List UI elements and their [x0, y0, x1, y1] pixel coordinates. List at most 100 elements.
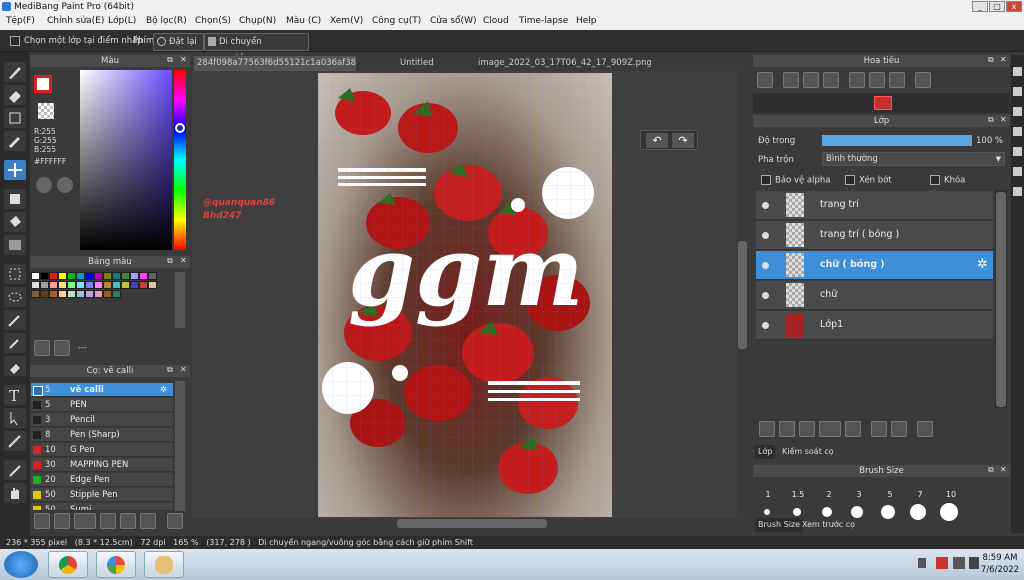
swatch[interactable]: [76, 281, 85, 289]
medibang-taskbar-button[interactable]: [96, 551, 136, 578]
menu-edit[interactable]: Chỉnh sửa(E): [47, 16, 104, 26]
zoom-in-alt-icon[interactable]: [783, 72, 799, 88]
clip-option[interactable]: Xén bớt: [845, 175, 892, 186]
tab-untitled[interactable]: Untitled: [400, 56, 434, 71]
rotate-right-icon[interactable]: [889, 72, 905, 88]
redo-icon[interactable]: ↷: [672, 133, 694, 148]
eraser-tool-icon[interactable]: [4, 85, 26, 105]
undock-icon[interactable]: ⧉: [988, 55, 994, 65]
swatch[interactable]: [58, 281, 67, 289]
brush-size-option[interactable]: 3: [849, 490, 869, 499]
brush-menu-icon[interactable]: [74, 513, 96, 529]
brush-size-option[interactable]: 7: [910, 490, 930, 499]
layer-scrollbar[interactable]: [995, 190, 1007, 408]
operation-tool-icon[interactable]: [4, 408, 26, 428]
close-panel-icon[interactable]: ✕: [1000, 465, 1007, 474]
blend-mode-select[interactable]: Bình thường ▼: [822, 152, 1005, 166]
menu-layer[interactable]: Lớp(L): [108, 16, 136, 26]
trash-icon[interactable]: [167, 513, 183, 529]
panel-toggle-icon[interactable]: [1013, 187, 1022, 196]
clip-checkbox[interactable]: [845, 175, 855, 185]
folder-icon[interactable]: [845, 421, 861, 437]
tab-document-1[interactable]: 284f098a77563f6d55121c1a036af38d.jpg: [194, 56, 356, 71]
menu-view[interactable]: Xem(V): [330, 16, 363, 26]
layer-row[interactable]: trang trí: [756, 191, 993, 220]
layer-row[interactable]: trang trí ( bóng ): [756, 221, 993, 250]
select-pen-tool-icon[interactable]: [4, 333, 26, 353]
eye-icon[interactable]: [762, 262, 769, 269]
swatch[interactable]: [139, 272, 148, 280]
swatch[interactable]: [121, 272, 130, 280]
swatch[interactable]: [112, 281, 121, 289]
layer-menu-icon[interactable]: [819, 421, 841, 437]
tab-brush-control[interactable]: Kiểm soát cọ: [779, 445, 837, 459]
magic-wand-tool-icon[interactable]: [4, 310, 26, 330]
network-icon[interactable]: [953, 557, 965, 569]
swatch[interactable]: [94, 290, 103, 298]
foreground-color-swatch[interactable]: [34, 75, 52, 93]
new-layer-alt-icon[interactable]: [779, 421, 795, 437]
select-layer-option[interactable]: Chọn một lớp tại điểm nhấp: [10, 33, 143, 49]
flip-icon[interactable]: [915, 72, 931, 88]
swatch[interactable]: [49, 290, 58, 298]
brush-item[interactable]: 8 Pen (Sharp): [31, 428, 173, 442]
swatch[interactable]: [58, 290, 67, 298]
swatch[interactable]: [67, 272, 76, 280]
menu-timelapse[interactable]: Time-lapse: [519, 16, 568, 26]
swatch[interactable]: [148, 272, 157, 280]
start-button[interactable]: [4, 551, 38, 578]
undock-icon[interactable]: ⧉: [167, 365, 173, 375]
swatch[interactable]: [67, 290, 76, 298]
new-layer-icon[interactable]: [759, 421, 775, 437]
fit-icon[interactable]: [803, 72, 819, 88]
swatch[interactable]: [76, 290, 85, 298]
panel-toggle-icon[interactable]: [1013, 127, 1022, 136]
swatch[interactable]: [40, 290, 49, 298]
fill-rect-tool-icon[interactable]: [4, 189, 26, 209]
duplicate-layer-icon[interactable]: [871, 421, 887, 437]
brush-item[interactable]: 50 Stipple Pen: [31, 488, 173, 502]
swatch[interactable]: [49, 272, 58, 280]
bucket-tool-icon[interactable]: [4, 212, 26, 232]
color-set-icon[interactable]: [57, 177, 73, 193]
volume-icon[interactable]: [969, 557, 979, 569]
brush-scrollbar[interactable]: [175, 381, 185, 516]
swatch[interactable]: [67, 281, 76, 289]
select-layer-checkbox[interactable]: [10, 35, 20, 46]
minimize-button[interactable]: _: [972, 1, 988, 12]
gear-icon[interactable]: ✲: [977, 257, 988, 272]
opacity-slider[interactable]: [822, 135, 972, 146]
text-tool-icon[interactable]: T: [4, 385, 26, 405]
panel-toggle-icon[interactable]: [1013, 147, 1022, 156]
menu-window[interactable]: Cửa sổ(W): [430, 16, 476, 26]
swatch[interactable]: [31, 272, 40, 280]
folder-icon[interactable]: [120, 513, 136, 529]
panel-toggle-icon[interactable]: [1013, 87, 1022, 96]
copy-layer-icon[interactable]: [799, 421, 815, 437]
layer-scroll-thumb[interactable]: [996, 192, 1006, 407]
brush-item[interactable]: 10 G Pen: [31, 443, 173, 457]
select-rect-tool-icon[interactable]: [4, 264, 26, 284]
layer-row[interactable]: chữ ( bóng ) ✲: [756, 251, 993, 280]
trash-icon[interactable]: [917, 421, 933, 437]
rectangle-tool-icon[interactable]: [4, 108, 26, 128]
brush-size-option[interactable]: 5: [880, 490, 900, 499]
menu-capture[interactable]: Chụp(N): [239, 16, 276, 26]
paint-taskbar-button[interactable]: [144, 551, 184, 578]
undock-icon[interactable]: ⧉: [988, 115, 994, 125]
swatch[interactable]: [112, 290, 121, 298]
swatch[interactable]: [121, 281, 130, 289]
gear-icon[interactable]: ✲: [160, 383, 167, 397]
add-brush-icon[interactable]: [34, 513, 50, 529]
close-panel-icon[interactable]: ✕: [1000, 115, 1007, 124]
swatch[interactable]: [103, 272, 112, 280]
lasso-tool-icon[interactable]: [4, 287, 26, 307]
copy-brush-icon[interactable]: [100, 513, 116, 529]
layer-row[interactable]: Lớp1: [756, 311, 993, 340]
undock-icon[interactable]: ⧉: [988, 465, 994, 475]
transparent-color-swatch[interactable]: [38, 103, 54, 119]
brush-item[interactable]: 3 Pencil: [31, 413, 173, 427]
close-panel-icon[interactable]: ✕: [180, 256, 187, 265]
close-panel-icon[interactable]: ✕: [1000, 55, 1007, 64]
undo-icon[interactable]: ↶: [646, 133, 668, 148]
